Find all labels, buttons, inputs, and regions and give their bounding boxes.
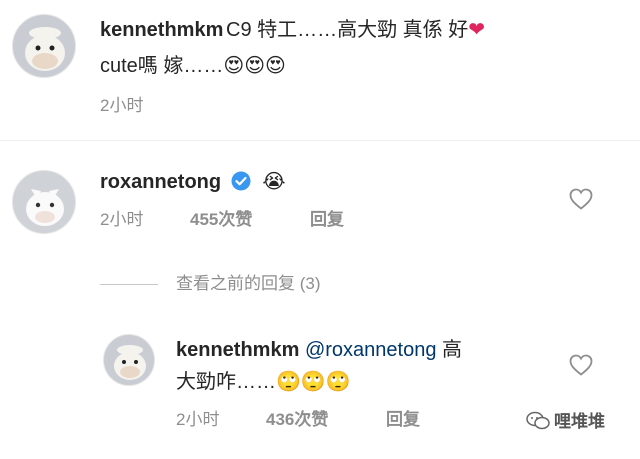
plush-avatar-icon [104, 335, 154, 385]
reply-text-rest: 高 [442, 339, 463, 361]
comment-text-line1: C9 特工……高大勁 真係 好 [226, 19, 469, 41]
reply-text-line1: kennethmkm @roxannetong 高 [176, 336, 462, 364]
avatar[interactable] [12, 170, 76, 234]
view-previous-replies[interactable]: 查看之前的回复 (3) [176, 272, 321, 296]
watermark-text: 哩堆堆 [554, 412, 605, 431]
reply-button[interactable]: 回复 [310, 208, 344, 232]
reply-time: 2小时 [176, 410, 220, 429]
heart-eyes-emoji-icon: 😍😍😍 [223, 55, 286, 77]
comment-time: 2小时 [100, 96, 144, 115]
reply-username[interactable]: kennethmkm [176, 339, 299, 361]
eye-roll-emoji-icon: 🙄🙄🙄 [276, 371, 351, 393]
comment-username[interactable]: roxannetong [100, 171, 221, 193]
reply-button[interactable]: 回复 [386, 408, 420, 432]
wechat-logo-icon [526, 411, 550, 438]
like-heart-icon[interactable] [569, 188, 593, 210]
comment-text-line2-text: cute嗎 嫁…… [100, 55, 224, 77]
like-count[interactable]: 455次赞 [190, 208, 252, 232]
comment-header: roxannetong 😭 [100, 168, 286, 199]
red-heart-icon: ❤ [468, 19, 486, 41]
like-heart-icon[interactable] [569, 354, 593, 376]
watermark: 哩堆堆 [526, 410, 605, 438]
view-replies-line [100, 284, 158, 285]
plush-avatar-icon [13, 15, 75, 77]
comment-username[interactable]: kennethmkm [100, 16, 223, 44]
crying-emoji-icon: 😭 [262, 171, 286, 193]
reply-mention[interactable]: @roxannetong [305, 339, 437, 361]
comment-text: C9 特工……高大勁 真係 好❤ [226, 16, 485, 44]
reply-text-line2-text: 大勁咋…… [176, 371, 276, 393]
avatar[interactable] [12, 14, 76, 78]
like-count[interactable]: 436次赞 [266, 408, 328, 432]
verified-badge-icon [231, 171, 251, 199]
reply-text-line2: 大勁咋……🙄🙄🙄 [176, 368, 351, 396]
avatar[interactable] [103, 334, 155, 386]
plush-avatar-icon [13, 171, 75, 233]
comment-time: 2小时 [100, 210, 144, 229]
comment-text-line2: cute嗎 嫁……😍😍😍 [100, 52, 286, 80]
divider [0, 140, 640, 141]
